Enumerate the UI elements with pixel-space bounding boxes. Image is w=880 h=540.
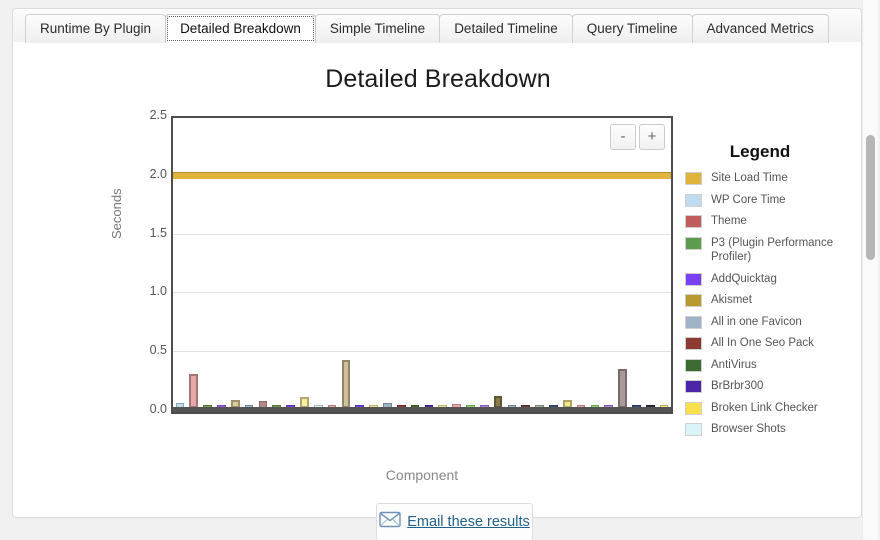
- zoom-in-button[interactable]: +: [639, 124, 665, 150]
- legend-item[interactable]: Site Load Time: [685, 171, 853, 186]
- zoom-out-button[interactable]: -: [610, 124, 636, 150]
- legend-swatch: [685, 294, 702, 307]
- chart-bar[interactable]: [341, 359, 351, 408]
- legend-swatch: [685, 236, 702, 250]
- page-scrollbar[interactable]: [862, 0, 878, 540]
- legend-item-label: P3 (Plugin Performance Profiler): [711, 236, 834, 264]
- legend-swatch: [685, 423, 702, 436]
- tab-detailed-timeline[interactable]: Detailed Timeline: [439, 14, 573, 43]
- y-tick-label: 0.5: [149, 343, 167, 358]
- legend-title: Legend: [729, 142, 791, 161]
- chart-bars: [173, 118, 671, 408]
- legend-item[interactable]: Akismet: [685, 293, 853, 308]
- legend-swatch: [685, 401, 702, 415]
- legend-item-label: Akismet: [711, 294, 752, 306]
- legend-swatch: [685, 358, 702, 372]
- legend-item[interactable]: Theme: [685, 214, 853, 229]
- y-tick-label: 2.0: [149, 166, 167, 181]
- legend-item[interactable]: All in one Favicon: [685, 315, 853, 330]
- tab-runtime-by-plugin[interactable]: Runtime By Plugin: [25, 14, 167, 43]
- site-load-time-band[interactable]: [173, 171, 671, 179]
- legend-item[interactable]: AntiVirus: [685, 358, 853, 373]
- email-results-link[interactable]: Email these results: [407, 514, 530, 530]
- legend-item-label: Theme: [711, 215, 747, 227]
- chart-plot-area[interactable]: - +: [171, 116, 673, 414]
- legend-item-label: WP Core Time: [711, 193, 786, 206]
- x-axis-title: Component: [385, 467, 459, 483]
- legend-swatch: [685, 380, 702, 393]
- legend-swatch: [685, 315, 702, 329]
- app-root: Runtime By Plugin Detailed Breakdown Simpl…: [0, 0, 880, 540]
- legend-swatch: [685, 272, 702, 286]
- y-tick-label: 1.0: [149, 284, 167, 299]
- tab-bar: Runtime By Plugin Detailed Breakdown Simpl…: [12, 8, 862, 43]
- chart-legend: Legend Site Load Time WP Core Time Theme P3…: [685, 142, 853, 444]
- legend-item-label: BrBrbr300: [711, 380, 764, 392]
- chart-bar[interactable]: [189, 373, 199, 408]
- y-axis-title: Seconds: [109, 188, 124, 239]
- legend-item-label: AddQuicktag: [711, 272, 777, 285]
- legend-items: Site Load Time WP Core Time Theme P3 (Plugi…: [685, 171, 853, 437]
- legend-item[interactable]: AddQuicktag: [685, 272, 853, 287]
- chart-zoom-controls: - +: [610, 124, 665, 150]
- tab-advanced-metrics[interactable]: Advanced Metrics: [691, 14, 829, 43]
- legend-item[interactable]: Browser Shots: [685, 422, 853, 437]
- envelope-icon: [379, 511, 401, 533]
- page-scrollbar-thumb[interactable]: [866, 135, 875, 260]
- y-tick-label: 2.5: [149, 108, 167, 122]
- legend-swatch: [685, 215, 702, 228]
- tab-simple-timeline[interactable]: Simple Timeline: [314, 14, 441, 43]
- chart-bar[interactable]: [618, 369, 627, 408]
- legend-item[interactable]: P3 (Plugin Performance Profiler): [685, 236, 853, 265]
- legend-item-label: Site Load Time: [711, 172, 788, 184]
- legend-item[interactable]: WP Core Time: [685, 193, 853, 208]
- legend-item-label: Broken Link Checker: [711, 401, 818, 414]
- email-results-button[interactable]: Email these results: [376, 503, 533, 540]
- legend-item-label: All In One Seo Pack: [711, 337, 814, 349]
- legend-item[interactable]: BrBrbr300: [685, 379, 853, 394]
- legend-item-label: Browser Shots: [711, 423, 786, 435]
- detailed-breakdown-panel: Detailed Breakdown 0.0 0.5 1.0 1.5 2.0 2.5 Se…: [12, 41, 862, 540]
- y-tick-label: 1.5: [149, 225, 167, 240]
- y-tick-label: 0.0: [149, 402, 167, 416]
- legend-swatch: [685, 193, 702, 207]
- legend-item-label: AntiVirus: [711, 358, 757, 371]
- legend-swatch: [685, 337, 702, 350]
- legend-swatch: [685, 172, 702, 185]
- legend-item-label: All in one Favicon: [711, 315, 802, 328]
- legend-item[interactable]: Broken Link Checker: [685, 401, 853, 416]
- x-axis-rule: [173, 407, 671, 412]
- tab-query-timeline[interactable]: Query Timeline: [571, 14, 693, 43]
- tab-detailed-breakdown[interactable]: Detailed Breakdown: [165, 14, 316, 43]
- legend-item[interactable]: All In One Seo Pack: [685, 336, 853, 351]
- page-title: Detailed Breakdown: [325, 65, 551, 93]
